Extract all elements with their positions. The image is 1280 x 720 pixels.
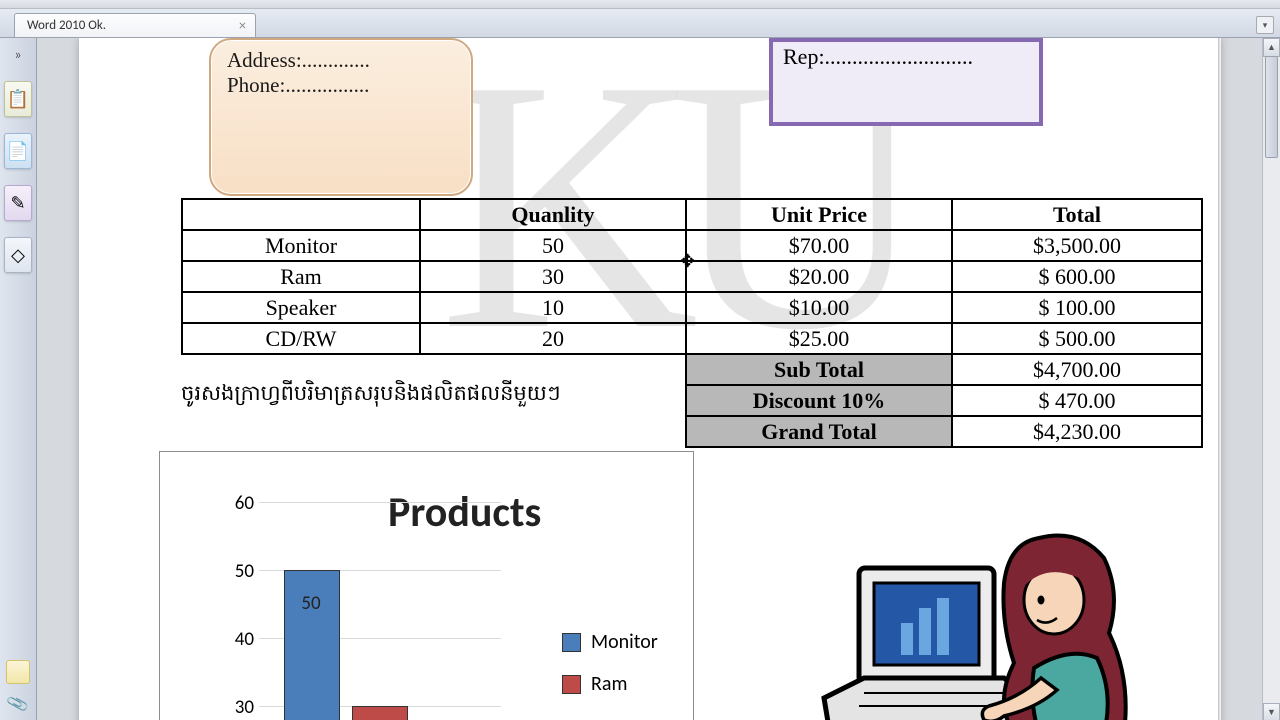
cell: $ 500.00 — [952, 323, 1202, 354]
cell: $70.00 — [686, 230, 952, 261]
tab-title: Word 2010 Ok. — [27, 18, 106, 33]
khmer-instruction: ចូរសងក្រាហ្វពីបរិមាត្រសរុបនិងផលិតផលនីមួយ… — [181, 380, 561, 411]
cell: $ 600.00 — [952, 261, 1202, 292]
clipboard-pane-icon[interactable]: 📋 — [4, 81, 32, 117]
expand-panel-icon[interactable]: » — [14, 46, 21, 63]
y-tick: 50 — [220, 560, 254, 583]
discount-label: Discount 10% — [686, 385, 952, 416]
legend-label: Ram — [591, 672, 627, 696]
phone-line: Phone:................ — [227, 73, 455, 98]
cell: $10.00 — [686, 292, 952, 323]
legend-swatch — [562, 633, 581, 652]
cell: 50 — [420, 230, 686, 261]
note-icon[interactable] — [6, 660, 30, 684]
document-viewport[interactable]: KU Address:............. Phone:.........… — [37, 38, 1262, 720]
pages-pane-icon[interactable]: 📄 — [4, 133, 32, 169]
side-panel: » 📋 📄 ✎ ◇ 📎 — [0, 38, 37, 720]
chart-title: Products — [388, 487, 541, 538]
legend-label: Monitor — [591, 630, 658, 654]
chart[interactable]: Products 60 50 40 30 50 30 Monitor Ram — [159, 451, 694, 720]
address-card[interactable]: Address:............. Phone:............… — [209, 38, 473, 196]
th-quantity: Quanlity — [420, 199, 686, 230]
legend-swatch — [562, 675, 581, 694]
cell: CD/RW — [182, 323, 420, 354]
computer-clipart[interactable] — [819, 528, 1129, 720]
scroll-thumb[interactable] — [1265, 56, 1278, 158]
table-header-row: Quanlity Unit Price Total — [182, 199, 1202, 230]
document-tab[interactable]: Word 2010 Ok. × — [14, 13, 256, 37]
scroll-down-icon[interactable]: ▼ — [1263, 703, 1280, 720]
properties-pane-icon[interactable]: ◇ — [4, 237, 32, 273]
page: KU Address:............. Phone:.........… — [79, 38, 1221, 720]
cell: $ 100.00 — [952, 292, 1202, 323]
cell: 30 — [420, 261, 686, 292]
scroll-up-icon[interactable]: ▲ — [1263, 38, 1280, 57]
document-tab-bar: Word 2010 Ok. × ▾ — [0, 9, 1280, 38]
cell: Monitor — [182, 230, 420, 261]
grandtotal-label: Grand Total — [686, 416, 952, 447]
address-line: Address:............. — [227, 48, 455, 73]
attachment-icon[interactable]: 📎 — [5, 691, 31, 717]
rep-text: Rep:........................... — [783, 44, 973, 69]
cell: 10 — [420, 292, 686, 323]
bar-label: 50 — [284, 592, 338, 615]
cell: 20 — [420, 323, 686, 354]
rep-box[interactable]: Rep:........................... — [769, 38, 1043, 126]
ribbon-edge — [0, 0, 1280, 9]
th-empty — [182, 199, 420, 230]
cell: $25.00 — [686, 323, 952, 354]
subtotal-value: $4,700.00 — [952, 354, 1202, 385]
discount-value: $ 470.00 — [952, 385, 1202, 416]
cell: Ram — [182, 261, 420, 292]
table-row[interactable]: CD/RW 20 $25.00 $ 500.00 — [182, 323, 1202, 354]
th-unit-price: Unit Price — [686, 199, 952, 230]
th-total: Total — [952, 199, 1202, 230]
vertical-scrollbar[interactable]: ▲ ▼ — [1262, 38, 1280, 720]
y-tick: 60 — [220, 492, 254, 515]
table-row[interactable]: Speaker 10 $10.00 $ 100.00 — [182, 292, 1202, 323]
y-tick: 30 — [220, 696, 254, 719]
cell: $3,500.00 — [952, 230, 1202, 261]
grandtotal-value: $4,230.00 — [952, 416, 1202, 447]
edit-pane-icon[interactable]: ✎ — [4, 185, 32, 221]
chart-legend: Monitor Ram — [562, 630, 658, 714]
tab-dropdown-icon[interactable]: ▾ — [1256, 16, 1274, 34]
cell: $20.00 — [686, 261, 952, 292]
subtotal-label: Sub Total — [686, 354, 952, 385]
cell: Speaker — [182, 292, 420, 323]
close-icon[interactable]: × — [236, 19, 249, 32]
move-cursor-icon: ✥ — [680, 250, 695, 272]
y-tick: 40 — [220, 628, 254, 651]
